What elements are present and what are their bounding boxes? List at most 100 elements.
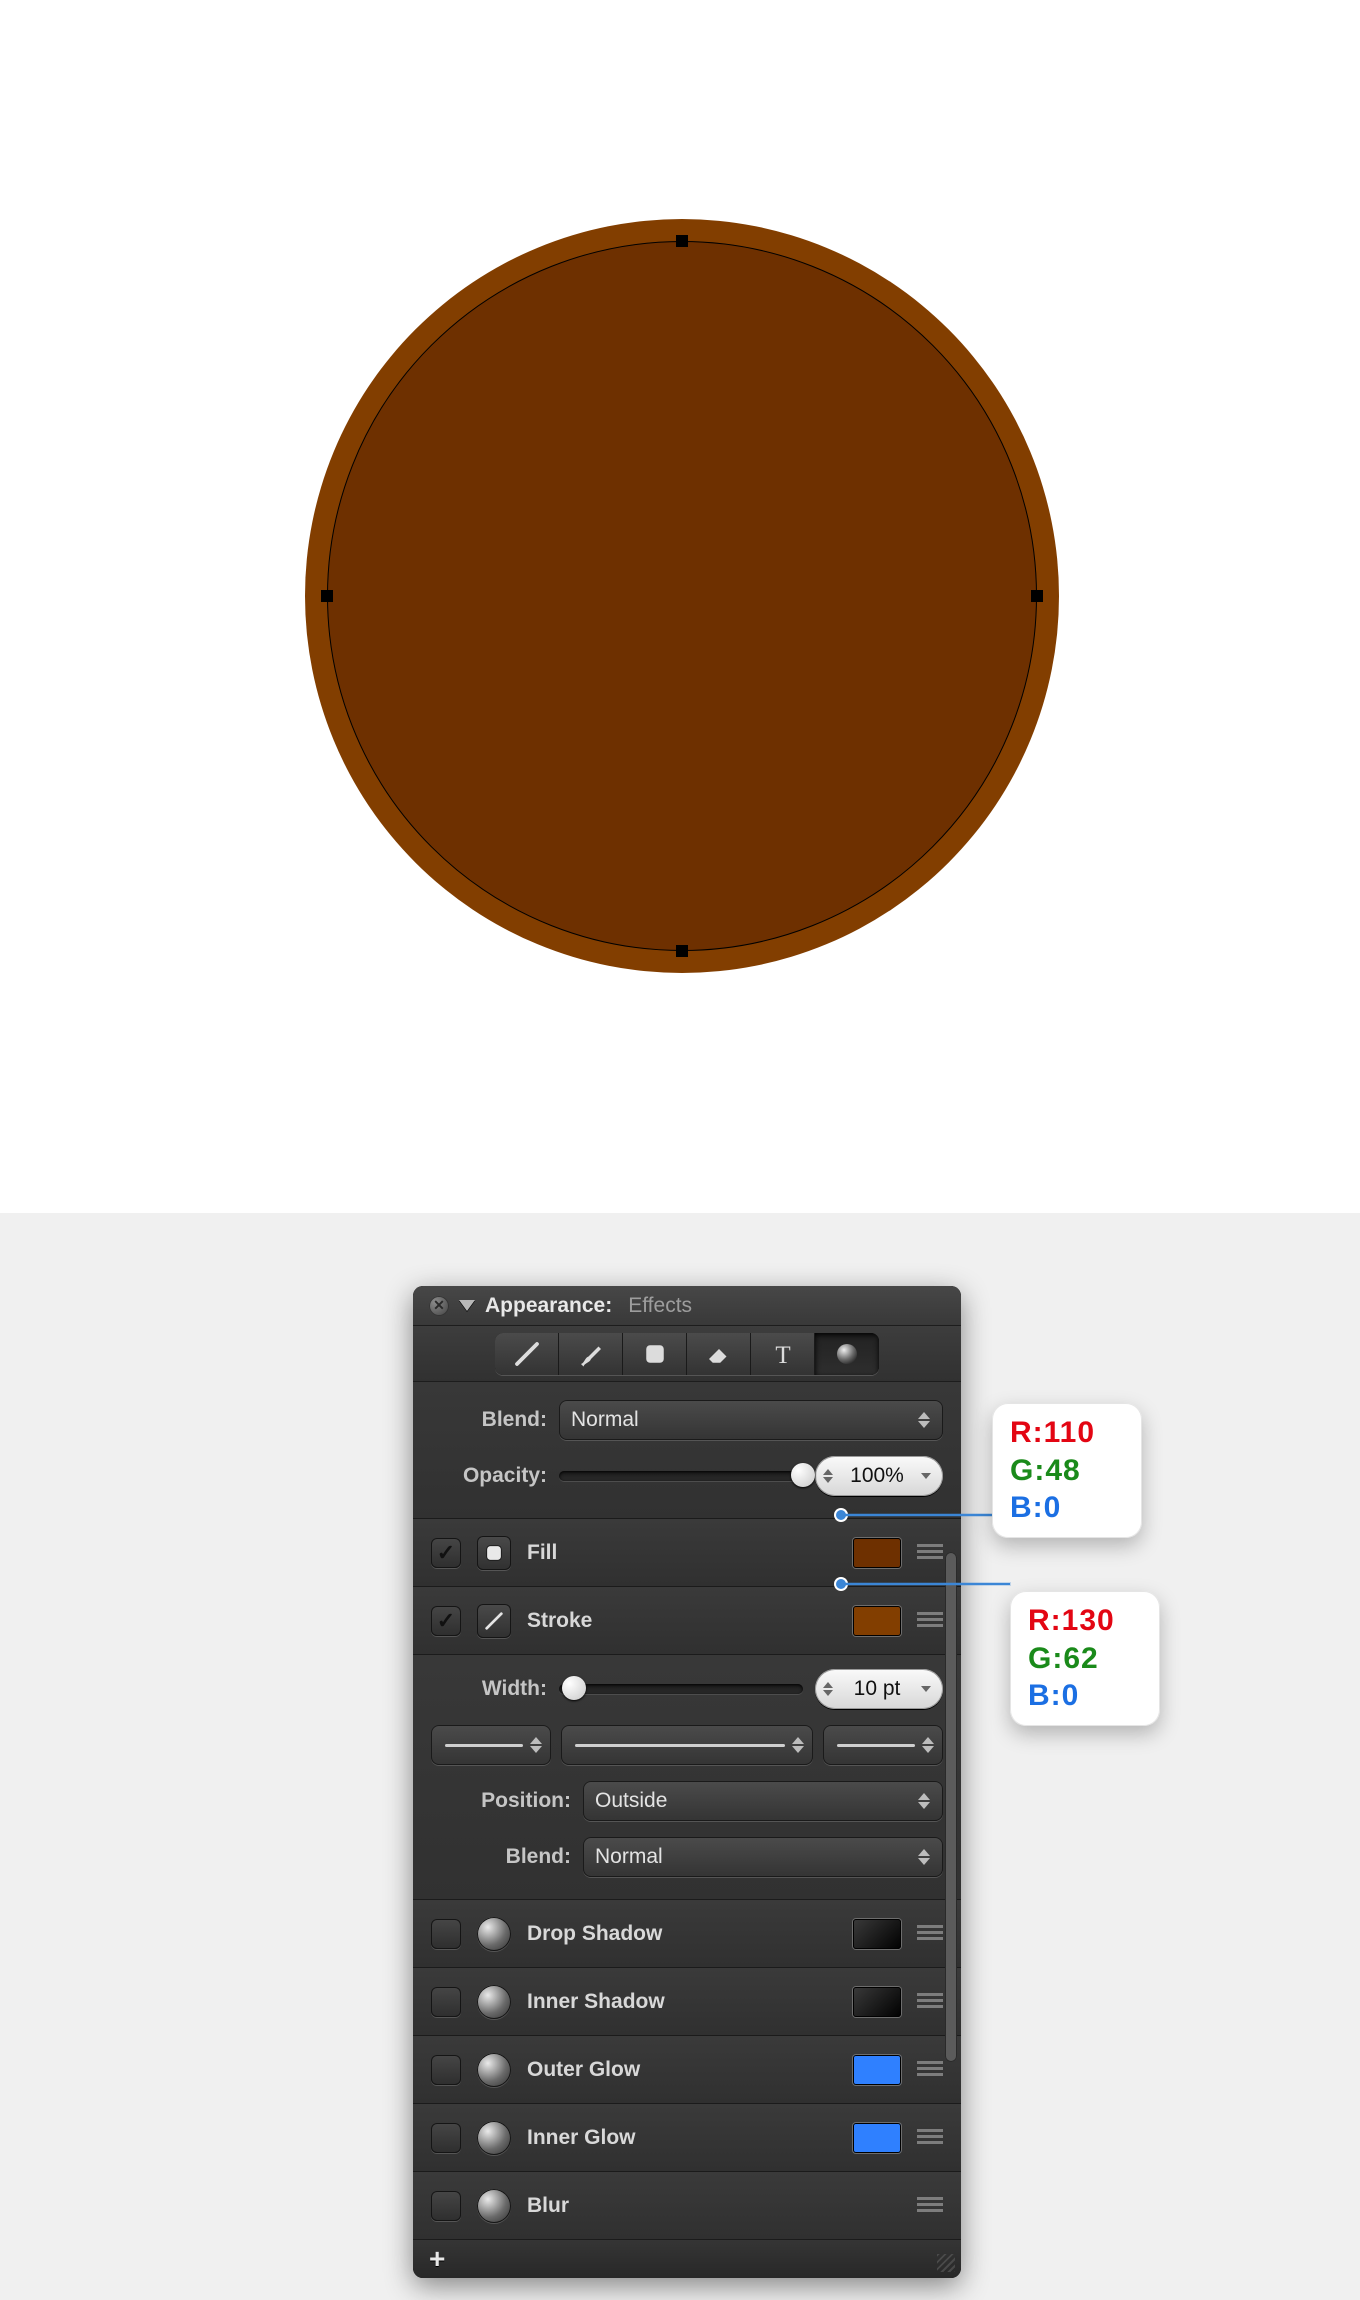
fx-sphere-icon: [477, 2121, 511, 2155]
blend-select[interactable]: Normal: [559, 1400, 943, 1440]
effect-checkbox[interactable]: [431, 2055, 461, 2085]
effect-swatch[interactable]: [853, 1919, 901, 1949]
stroke-cap-select[interactable]: [431, 1725, 551, 1765]
slider-knob[interactable]: [562, 1676, 586, 1700]
stroke-label: Stroke: [527, 1609, 837, 1633]
brush-icon: [576, 1339, 606, 1369]
row-position: Position: Outside: [431, 1773, 943, 1829]
panel-subtitle: Effects: [628, 1294, 692, 1318]
width-label: Width:: [431, 1677, 547, 1701]
stroke-checkbox[interactable]: ✓: [431, 1606, 461, 1636]
row-inner-shadow: Inner Shadow: [413, 1968, 961, 2036]
dropdown-arrows-icon: [791, 1737, 805, 1753]
stroke-arrow-select[interactable]: [823, 1725, 943, 1765]
tool-tabs: T: [413, 1326, 961, 1382]
blend-label: Blend:: [431, 1408, 547, 1432]
effect-label: Outer Glow: [527, 2058, 837, 2082]
rect-icon: [640, 1339, 670, 1369]
callout-r: R:130: [1028, 1604, 1115, 1637]
add-effect-button[interactable]: +: [429, 2243, 445, 2275]
fx-sphere-icon: [477, 1985, 511, 2019]
tool-strip: T: [495, 1333, 879, 1375]
position-select[interactable]: Outside: [583, 1781, 943, 1821]
row-drag-handle-icon[interactable]: [917, 1925, 943, 1943]
fx-sphere-icon: [477, 1917, 511, 1951]
text-icon: T: [768, 1339, 798, 1369]
stepper-icon[interactable]: [821, 1469, 835, 1483]
row-blur: Blur: [413, 2172, 961, 2240]
blend-value: Normal: [571, 1408, 639, 1432]
width-slider[interactable]: [559, 1684, 803, 1694]
row-blend: Blend: Normal: [431, 1392, 943, 1448]
stroke-blend-select[interactable]: Normal: [583, 1837, 943, 1877]
leader-line-fill: [842, 1514, 992, 1516]
leader-line-stroke: [842, 1583, 1010, 1585]
callout-b: B:0: [1010, 1491, 1061, 1524]
chevron-down-icon[interactable]: [919, 1473, 933, 1479]
effect-swatch[interactable]: [853, 1987, 901, 2017]
fx-sphere-icon: [477, 2053, 511, 2087]
tab-brush[interactable]: [559, 1333, 623, 1375]
selection-handle-right[interactable]: [1031, 590, 1043, 602]
opacity-value: 100%: [850, 1464, 904, 1488]
fill-checkbox[interactable]: ✓: [431, 1538, 461, 1568]
stepper-icon[interactable]: [821, 1682, 835, 1696]
tab-eraser[interactable]: [687, 1333, 751, 1375]
width-value-pill[interactable]: 10 pt: [815, 1669, 943, 1709]
fill-icon: [477, 1536, 511, 1570]
row-drop-shadow: Drop Shadow: [413, 1900, 961, 1968]
fx-sphere-icon: [832, 1339, 862, 1369]
stroke-swatch[interactable]: [853, 1606, 901, 1636]
document-canvas[interactable]: [0, 0, 1360, 1213]
effect-checkbox[interactable]: [431, 2123, 461, 2153]
row-drag-handle-icon[interactable]: [917, 2061, 943, 2079]
close-icon[interactable]: ✕: [429, 1296, 449, 1316]
selection-handle-bottom[interactable]: [676, 945, 688, 957]
opacity-label: Opacity:: [431, 1464, 547, 1488]
opacity-slider[interactable]: [559, 1471, 803, 1481]
page-root: ✕ Appearance: Effects: [0, 0, 1360, 2300]
stroke-icon: [477, 1604, 511, 1638]
slider-knob[interactable]: [791, 1463, 815, 1487]
row-stroke-styles: [431, 1717, 943, 1773]
position-value: Outside: [595, 1789, 667, 1813]
disclosure-triangle-icon[interactable]: [459, 1300, 475, 1311]
callout-b: B:0: [1028, 1679, 1079, 1712]
row-outer-glow: Outer Glow: [413, 2036, 961, 2104]
tab-fx[interactable]: [815, 1333, 879, 1375]
row-drag-handle-icon[interactable]: [917, 1993, 943, 2011]
row-opacity: Opacity: 100%: [431, 1448, 943, 1504]
tab-rect[interactable]: [623, 1333, 687, 1375]
tab-text[interactable]: T: [751, 1333, 815, 1375]
opacity-value-pill[interactable]: 100%: [815, 1456, 943, 1496]
eraser-icon: [704, 1339, 734, 1369]
stroke-dash-select[interactable]: [561, 1725, 813, 1765]
callout-r: R:110: [1010, 1416, 1095, 1449]
effect-checkbox[interactable]: [431, 2191, 461, 2221]
stroke-blend-label: Blend:: [431, 1845, 571, 1869]
row-drag-handle-icon[interactable]: [917, 1544, 943, 1562]
row-width: Width: 10 pt: [431, 1661, 943, 1717]
row-drag-handle-icon[interactable]: [917, 2197, 943, 2215]
tab-path[interactable]: [495, 1333, 559, 1375]
selection-handle-left[interactable]: [321, 590, 333, 602]
row-stroke: ✓ Stroke: [413, 1587, 961, 1655]
effect-label: Drop Shadow: [527, 1922, 837, 1946]
chevron-down-icon[interactable]: [919, 1686, 933, 1692]
panel-header[interactable]: ✕ Appearance: Effects: [413, 1286, 961, 1326]
svg-text:T: T: [775, 1341, 790, 1368]
row-drag-handle-icon[interactable]: [917, 2129, 943, 2147]
effect-swatch[interactable]: [853, 2055, 901, 2085]
selection-handle-top[interactable]: [676, 235, 688, 247]
dropdown-arrows-icon: [921, 1737, 935, 1753]
effect-checkbox[interactable]: [431, 1919, 461, 1949]
panel-backdrop: ✕ Appearance: Effects: [0, 1213, 1360, 2300]
callout-fill-rgb: R:110 G:48 B:0: [992, 1403, 1142, 1538]
position-label: Position:: [431, 1789, 571, 1813]
row-drag-handle-icon[interactable]: [917, 1612, 943, 1630]
fill-swatch[interactable]: [853, 1538, 901, 1568]
effect-swatch[interactable]: [853, 2123, 901, 2153]
panel-scrollbar-thumb[interactable]: [945, 1552, 957, 2062]
callout-g: G:62: [1028, 1642, 1099, 1675]
effect-checkbox[interactable]: [431, 1987, 461, 2017]
